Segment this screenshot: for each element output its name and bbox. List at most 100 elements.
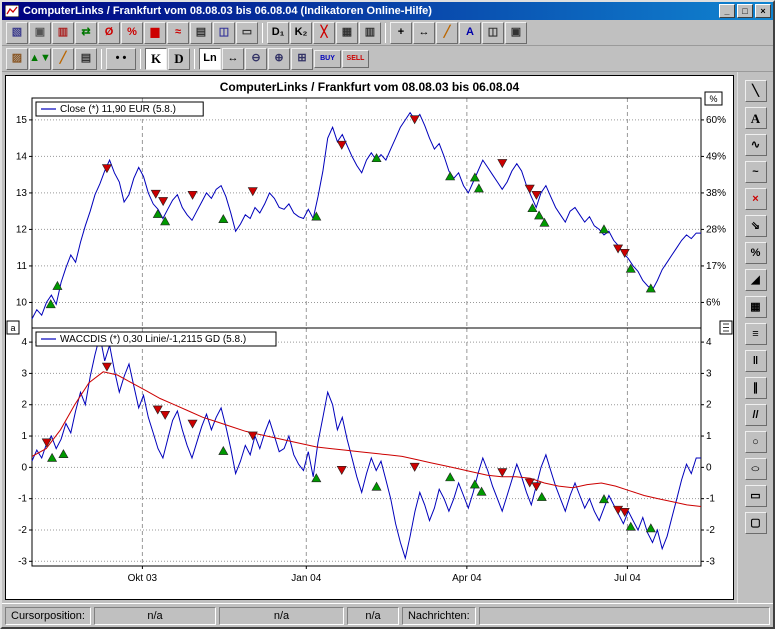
windows-layout-icon[interactable]: ▣ <box>505 22 527 44</box>
svg-text:0: 0 <box>21 462 27 473</box>
sell-marker <box>102 165 111 173</box>
title-bar[interactable]: ComputerLinks / Frankfurt vom 08.08.03 b… <box>2 2 773 20</box>
legend-text: Close (*) 11,90 EUR (5.8.) <box>60 104 176 115</box>
percent-scale-icon[interactable]: % <box>121 22 143 44</box>
buy-marker <box>446 172 455 180</box>
ln-scale-button-glyph: Ln <box>203 53 216 64</box>
ellipse-tool-glyph: ○ <box>750 464 760 475</box>
signal-overlay-icon[interactable]: ╳ <box>313 22 335 44</box>
layout-icon[interactable]: ◫ <box>482 22 504 44</box>
line-style-button-glyph: • • <box>116 53 127 64</box>
sell-marker <box>161 411 170 419</box>
chart-canvas[interactable]: ComputerLinks / Frankfurt vom 08.08.03 b… <box>6 76 733 599</box>
delete-drawing-tool[interactable]: × <box>745 188 767 210</box>
gann-grid-tool[interactable]: ▦ <box>745 296 767 318</box>
sell-marker <box>337 141 346 149</box>
horizontal-lines-tool[interactable]: ≡ <box>745 323 767 345</box>
cursor-value-field: n/a <box>347 607 399 625</box>
indicator-k2-icon[interactable]: K₂ <box>290 22 312 44</box>
percent-retracement-tool-glyph: % <box>751 248 761 259</box>
crosshair-icon[interactable]: + <box>390 22 412 44</box>
save-icon[interactable]: ◫ <box>213 22 235 44</box>
svg-text:13: 13 <box>16 188 28 199</box>
line-style-button[interactable]: • • <box>106 48 136 70</box>
chart-properties-icon-glyph: ▨ <box>12 53 22 64</box>
freehand-draw-icon[interactable]: ╱ <box>52 48 74 70</box>
trend-arrow-tool-glyph: ⇘ <box>751 221 760 232</box>
panel-settings-icon[interactable]: ▤ <box>75 48 97 70</box>
circle-tool[interactable]: ○ <box>745 431 767 453</box>
indicator-d1-icon[interactable]: D₁ <box>267 22 289 44</box>
speed-lines-tool[interactable]: // <box>745 404 767 426</box>
compare-icon[interactable]: ▥ <box>52 22 74 44</box>
sell-marker-button[interactable]: SELL <box>342 50 369 68</box>
chart-panel[interactable]: ComputerLinks / Frankfurt vom 08.08.03 b… <box>5 75 734 600</box>
x-axis-label: Jul 04 <box>614 573 641 584</box>
x-axis-label: Apr 04 <box>452 573 482 584</box>
ln-scale-button[interactable]: Ln <box>199 48 221 70</box>
portfolio-transfer-icon[interactable]: ⇄ <box>75 22 97 44</box>
print-icon[interactable]: ▭ <box>236 22 258 44</box>
depot-button[interactable]: D <box>168 48 190 70</box>
ellipse-tool[interactable]: ○ <box>745 458 767 480</box>
remove-indicator-icon[interactable]: Ø <box>98 22 120 44</box>
svg-text:49%: 49% <box>706 151 726 162</box>
buy-marker <box>446 473 455 481</box>
portfolio-transfer-icon-glyph: ⇄ <box>81 27 90 38</box>
svg-text:2: 2 <box>21 400 27 411</box>
signal-overlay-icon-glyph: ╳ <box>321 27 328 38</box>
app-window: ComputerLinks / Frankfurt vom 08.08.03 b… <box>0 0 775 629</box>
volume-bars-icon[interactable]: ▆ <box>144 22 166 44</box>
line-type-icon-glyph: ≈ <box>175 27 181 38</box>
trendline-tool[interactable]: ╲ <box>745 80 767 102</box>
zoom-in-icon[interactable]: ⊕ <box>268 48 290 70</box>
copy-chart-icon[interactable]: ▣ <box>29 22 51 44</box>
rounded-rect-tool[interactable]: ▢ <box>745 512 767 534</box>
close-series <box>32 113 701 319</box>
close-button[interactable]: × <box>755 4 771 18</box>
percent-retracement-tool[interactable]: % <box>745 242 767 264</box>
zigzag-tool[interactable]: ∿ <box>745 134 767 156</box>
line-type-icon[interactable]: ≈ <box>167 22 189 44</box>
chart-wizard-icon-glyph: ▧ <box>12 27 22 38</box>
curve-tool[interactable]: ~ <box>745 161 767 183</box>
svg-text:12: 12 <box>16 224 28 235</box>
x-axis-label: Okt 03 <box>128 573 158 584</box>
move-scale-icon[interactable]: ↔ <box>413 22 435 44</box>
buy-marker <box>153 210 162 218</box>
toolbar-separator <box>385 23 386 43</box>
compress-scale-icon-glyph: ↔ <box>228 53 239 64</box>
compress-scale-icon[interactable]: ↔ <box>222 48 244 70</box>
kurs-button[interactable]: K <box>145 48 167 70</box>
zoom-range-icon[interactable]: ⊞ <box>291 48 313 70</box>
indicator-d1-icon-glyph: D₁ <box>272 27 285 38</box>
report-icon[interactable]: ▤ <box>190 22 212 44</box>
minimize-button[interactable]: _ <box>719 4 735 18</box>
annotation-icon[interactable]: A <box>459 22 481 44</box>
trendline-tool-glyph: ╲ <box>752 86 759 97</box>
buy-sell-signals-icon[interactable]: ▲▼ <box>29 48 51 70</box>
fibonacci-fan-tool[interactable]: ◢ <box>745 269 767 291</box>
vertical-lines-tool[interactable]: ‖ <box>745 350 767 372</box>
buy-sell-signals-icon-glyph: ▲▼ <box>29 53 51 64</box>
svg-text:17%: 17% <box>706 261 726 272</box>
zoom-out-icon[interactable]: ⊖ <box>245 48 267 70</box>
sell-marker <box>153 406 162 414</box>
text-tool[interactable]: A <box>745 107 767 129</box>
buy-marker <box>372 154 381 162</box>
chart-wizard-icon[interactable]: ▧ <box>6 22 28 44</box>
trend-arrow-tool[interactable]: ⇘ <box>745 215 767 237</box>
grid-settings-icon[interactable]: ▥ <box>359 22 381 44</box>
kurs-button-glyph: K <box>151 52 161 65</box>
annotation-icon-glyph: A <box>466 27 474 38</box>
parallel-channel-tool[interactable]: ∥ <box>745 377 767 399</box>
chart-properties-icon[interactable]: ▨ <box>6 48 28 70</box>
remove-indicator-icon-glyph: Ø <box>105 27 114 38</box>
rectangle-tool[interactable]: ▭ <box>745 485 767 507</box>
maximize-button[interactable]: □ <box>737 4 753 18</box>
draw-line-icon[interactable]: ╱ <box>436 22 458 44</box>
grid-icon[interactable]: ▦ <box>336 22 358 44</box>
save-icon-glyph: ◫ <box>219 27 229 38</box>
buy-marker-button[interactable]: BUY <box>314 50 341 68</box>
sell-marker <box>337 466 346 474</box>
